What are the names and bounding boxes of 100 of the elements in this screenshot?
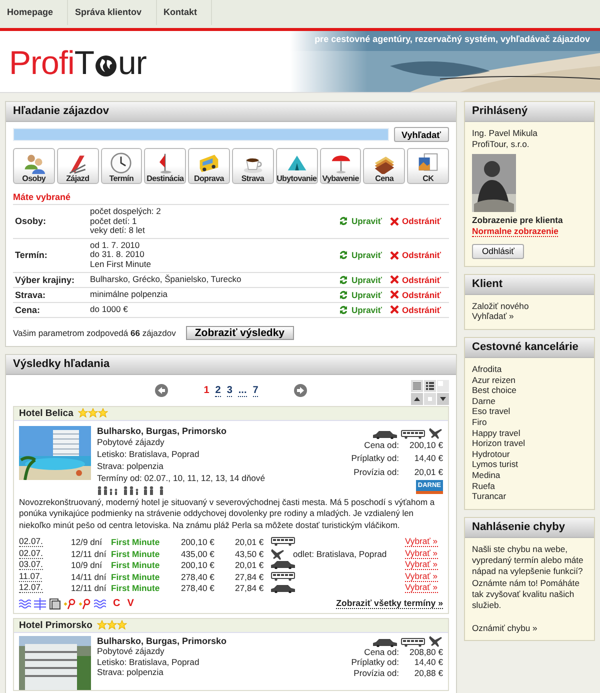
globe-icon	[95, 54, 118, 76]
page-link[interactable]: 3	[226, 384, 232, 397]
term-duration: 10/9 dní	[71, 560, 104, 570]
logo-text: T	[74, 44, 94, 82]
edit-link[interactable]: Upraviť	[339, 290, 382, 300]
bus-icon	[271, 537, 295, 546]
edit-link[interactable]: Upraviť	[339, 304, 382, 315]
section-heading: Máte vybrané	[13, 192, 72, 202]
category-button[interactable]: Destinácia	[144, 148, 186, 184]
agency-link[interactable]: Afrodita	[472, 364, 502, 375]
facility-letter: C	[113, 598, 120, 610]
car-icon	[271, 560, 295, 570]
hotel-location: Bulharsko, Burgas, Primorsko	[97, 426, 228, 438]
sidebar-link[interactable]: Založiť nového	[472, 300, 529, 312]
star-icon	[88, 408, 98, 418]
agency-link[interactable]: Eso travel	[472, 406, 510, 418]
search-field[interactable]	[13, 128, 389, 141]
star-icon	[78, 408, 88, 418]
hotel-name[interactable]: Hotel Primorsko	[19, 620, 92, 631]
document-icon	[49, 598, 61, 610]
close-icon	[390, 250, 399, 260]
select-link[interactable]: Vybrať »	[405, 560, 438, 570]
criterion-value: Len First Minute	[90, 260, 152, 270]
sidebar-link[interactable]: Vyhľadať »	[472, 311, 514, 322]
agency-link[interactable]: Azur reizen	[472, 374, 516, 386]
price-label: Príplatky od:	[351, 657, 399, 668]
category-button[interactable]: Cena	[363, 148, 406, 184]
term-date: 11.07.	[19, 572, 42, 582]
select-link[interactable]: Vybrať »	[405, 548, 438, 559]
agency-link[interactable]: Happy travel	[472, 428, 520, 438]
car-icon	[373, 430, 397, 439]
term-offer: First Minute	[111, 548, 161, 559]
page-link[interactable]: 2	[215, 384, 221, 397]
agency-link[interactable]: Ruefa	[472, 480, 495, 492]
pool-icon	[19, 598, 31, 610]
category-button[interactable]: CK	[407, 148, 449, 184]
term-departure: odlet: Bratislava, Poprad	[293, 548, 388, 559]
panel-title: Hľadanie zájazdov	[6, 102, 456, 122]
star-icon	[107, 620, 118, 630]
close-icon	[390, 305, 399, 314]
show-results-button[interactable]: Zobraziť výsledky	[186, 326, 294, 340]
remove-link[interactable]: Odstrániť	[390, 290, 441, 300]
star-icon	[97, 620, 108, 630]
remove-link[interactable]: Odstrániť	[390, 304, 441, 315]
page-link[interactable]: 7	[252, 384, 258, 397]
agency-link[interactable]: Medina	[472, 470, 500, 481]
price-value: 208,80 €	[408, 646, 443, 658]
price-label: Cena od:	[364, 438, 399, 452]
refresh-icon	[339, 216, 348, 226]
all-terms-link[interactable]: Zobraziť všetky termíny »	[336, 598, 443, 610]
criterion-label: Osoby:	[15, 216, 48, 226]
agency-link[interactable]: Horizon travel	[472, 438, 526, 449]
agency-link[interactable]: Firo	[472, 417, 487, 428]
remove-link[interactable]: Odstrániť	[390, 216, 441, 226]
hotel-name[interactable]: Hotel Belica	[19, 408, 74, 419]
close-icon	[390, 216, 399, 226]
search-button[interactable]: Vyhľadať	[394, 127, 449, 142]
view-link[interactable]: Normalne zobrazenie	[472, 226, 558, 237]
agency-link[interactable]: Lymos turist	[472, 459, 518, 470]
edit-link[interactable]: Upraviť	[339, 250, 382, 260]
category-button[interactable]: Doprava	[188, 148, 230, 184]
nav-link[interactable]: Homepage	[0, 0, 68, 25]
category-button[interactable]: Termín	[100, 148, 142, 184]
agency-link[interactable]: Hydrotour	[472, 448, 510, 460]
remove-link[interactable]: Odstrániť	[390, 274, 441, 285]
remove-link[interactable]: Odstrániť	[390, 250, 441, 260]
category-button[interactable]: Strava	[232, 148, 274, 184]
price-label: Provízia od:	[354, 466, 399, 479]
brochure-icon	[417, 152, 440, 174]
agency-link[interactable]: Turancar	[472, 491, 506, 502]
page-link[interactable]: ...	[238, 384, 247, 397]
panel-title: Nahlásenie chyby	[465, 518, 594, 538]
term-price: 435,00 €	[181, 548, 216, 559]
result-count: Vašim parametrom zodpovedá 66 zájazdov	[13, 328, 176, 338]
refresh-icon	[339, 290, 348, 300]
hotel-detail: Strava: polpenzia	[97, 460, 164, 473]
list-view-icon	[411, 380, 423, 392]
category-button[interactable]: Zájazd	[56, 148, 99, 184]
page-link[interactable]: 1	[204, 384, 210, 397]
logo-text: ur	[118, 44, 146, 82]
select-link[interactable]: Vybrať »	[405, 536, 438, 547]
panel-title: Cestovné kancelárie	[465, 338, 594, 358]
select-link[interactable]: Vybrať »	[405, 583, 438, 594]
table-icon	[34, 598, 46, 610]
edit-link[interactable]: Upraviť	[339, 274, 382, 285]
report-link[interactable]: Oznámiť chybu »	[472, 622, 538, 634]
nav-link[interactable]: Správa klientov	[68, 0, 157, 25]
select-link[interactable]: Vybrať »	[405, 572, 438, 582]
nav-link[interactable]: Kontakt	[156, 0, 212, 25]
person-icon	[123, 486, 139, 495]
category-button[interactable]: Ubytovanie	[276, 148, 318, 184]
category-button[interactable]: Vybavenie	[320, 148, 362, 184]
price-label: Príplatky od:	[351, 452, 399, 466]
price-value: 20,88 €	[413, 668, 443, 678]
edit-link[interactable]: Upraviť	[339, 216, 382, 226]
logout-button[interactable]: Odhlásiť	[472, 244, 524, 259]
term-duration: 12/11 dní	[71, 548, 108, 559]
agency-link[interactable]: Darne	[472, 396, 496, 406]
category-button[interactable]: Osoby	[13, 148, 55, 184]
agency-link[interactable]: Best choice	[472, 385, 516, 396]
